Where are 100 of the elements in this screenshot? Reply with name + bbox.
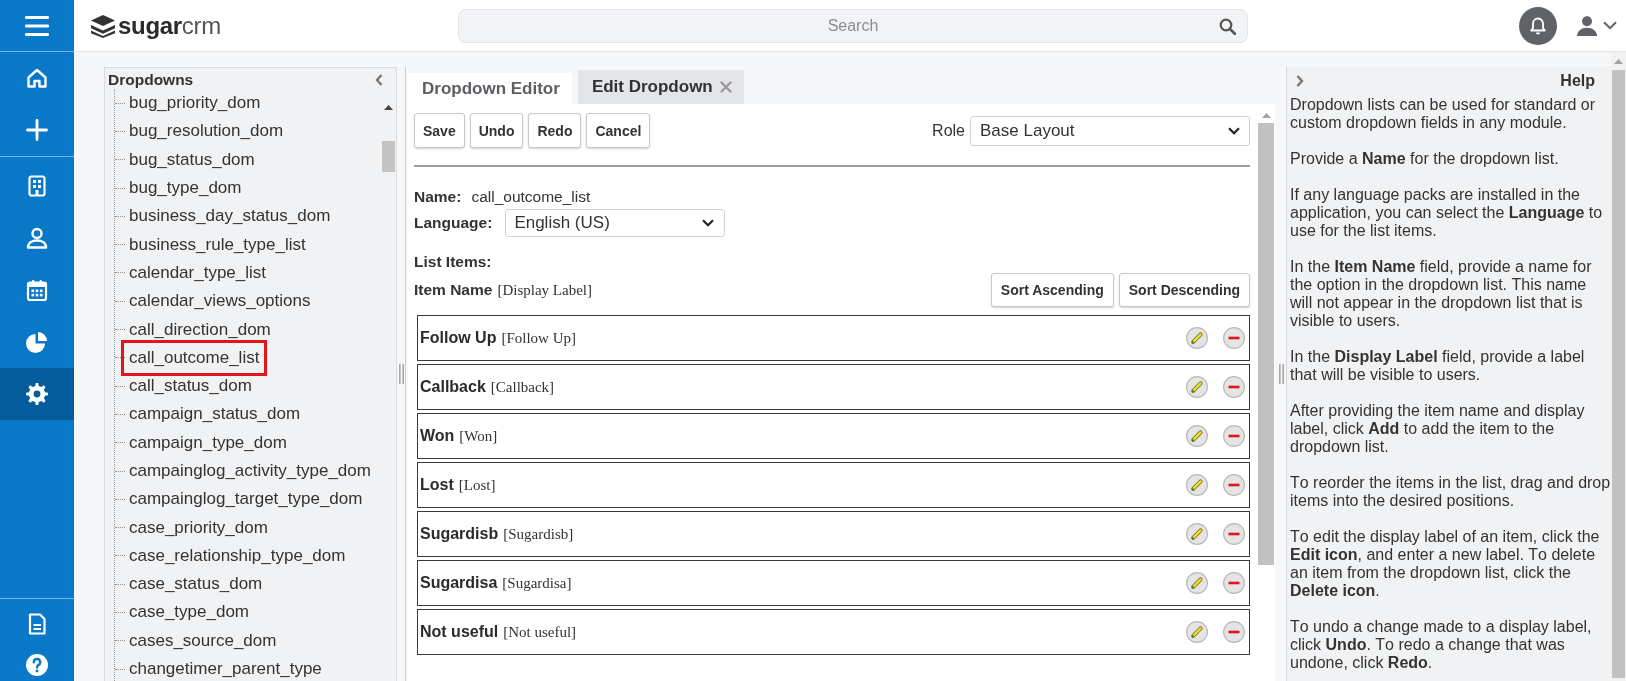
dropdown-list-item[interactable]: changetimer_parent_type xyxy=(129,660,322,679)
display-label: [Follow Up] xyxy=(501,329,577,348)
chevron-left-icon[interactable] xyxy=(375,74,383,86)
scrollbar-thumb[interactable] xyxy=(1612,70,1625,678)
role-select[interactable]: Base Layout xyxy=(970,115,1250,146)
chevron-right-icon[interactable] xyxy=(1296,75,1304,87)
caret-icon[interactable] xyxy=(1603,21,1617,30)
scroll-up-arrow-icon[interactable] xyxy=(384,105,393,110)
dropdown-list-item[interactable]: bug_status_dom xyxy=(129,150,255,169)
minus-icon[interactable] xyxy=(1223,376,1245,398)
dropdown-list-item[interactable]: business_rule_type_list xyxy=(129,235,306,254)
dropdown-list-item[interactable]: bug_priority_dom xyxy=(129,94,261,113)
list-item-row[interactable]: Sugardisa [Sugardisa] xyxy=(417,560,1250,606)
list-item-row[interactable]: Lost [Lost] xyxy=(417,462,1250,508)
dropdown-list-item[interactable]: case_status_dom xyxy=(129,575,263,594)
field-label: Name: xyxy=(414,187,462,207)
sort-ascending-button[interactable]: Sort Ascending xyxy=(990,273,1114,307)
display-label: [Sugardisa] xyxy=(502,574,572,593)
dropdown-list-item[interactable]: call_status_dom xyxy=(129,377,252,396)
person-icon xyxy=(25,226,49,250)
undo-button[interactable]: Undo xyxy=(469,113,524,148)
display-label: [Won] xyxy=(459,427,498,446)
minus-icon[interactable] xyxy=(1223,523,1245,545)
redo-button[interactable]: Redo xyxy=(528,113,582,148)
column-header: [Display Label] xyxy=(497,281,592,300)
dropdown-list-item[interactable]: calendar_type_list xyxy=(129,263,267,282)
minus-icon[interactable] xyxy=(1223,425,1245,447)
calendar-icon xyxy=(25,278,49,302)
help-paragraph: In the Display Label field, provide a label that will be visible to users. xyxy=(1290,348,1586,384)
dropdown-list-item[interactable]: bug_type_dom xyxy=(129,179,242,198)
dropdown-list-item[interactable]: campaign_type_dom xyxy=(129,433,287,452)
help-paragraph: To reorder the items in the list, drag and drop items into the desired positions. xyxy=(1290,474,1611,510)
tab[interactable]: Edit Dropdown xyxy=(577,70,744,104)
minus-icon[interactable] xyxy=(1223,327,1245,349)
pencil-icon[interactable] xyxy=(1186,327,1208,349)
minus-icon[interactable] xyxy=(1223,474,1245,496)
help-paragraph: Provide a Name for the dropdown list. xyxy=(1290,150,1560,168)
field-value: call_outcome_list xyxy=(471,187,591,207)
search-icon[interactable] xyxy=(1219,17,1236,35)
logo-text: sugarcrm xyxy=(118,11,221,40)
home-icon xyxy=(25,66,49,90)
pie-chart-icon xyxy=(25,330,49,354)
list-item-row[interactable]: Callback [Callback] xyxy=(417,364,1250,410)
pencil-icon[interactable] xyxy=(1186,621,1208,643)
grip-icon[interactable] xyxy=(398,364,404,384)
dropdown-list-item[interactable]: campaign_status_dom xyxy=(129,405,301,424)
panel-title: Help xyxy=(1560,71,1595,91)
item-name: Callback xyxy=(420,377,486,397)
pencil-icon[interactable] xyxy=(1186,376,1208,398)
minus-icon[interactable] xyxy=(1223,621,1245,643)
dropdown-list-item[interactable]: case_relationship_type_dom xyxy=(129,546,346,565)
help-paragraph: Dropdown lists can be used for standard or custom dropdown fields in any module. xyxy=(1290,96,1597,132)
menu-icon[interactable] xyxy=(25,15,49,36)
dropdown-list-item[interactable]: case_priority_dom xyxy=(129,518,268,537)
list-item-row[interactable]: Won [Won] xyxy=(417,413,1250,459)
save-button[interactable]: Save xyxy=(414,113,465,148)
dropdown-list-item[interactable]: cases_source_dom xyxy=(129,631,277,650)
help-icon xyxy=(25,653,49,677)
language-select[interactable]: English (US) xyxy=(505,209,726,237)
dropdown-list-item[interactable]: business_day_status_dom xyxy=(129,207,331,226)
pencil-icon[interactable] xyxy=(1186,523,1208,545)
display-label: [Sugardisb] xyxy=(503,525,574,544)
list-item-row[interactable]: Sugardisb [Sugardisb] xyxy=(417,511,1250,557)
cancel-button[interactable]: Cancel xyxy=(586,113,651,148)
dropdown-list-item[interactable]: calendar_views_options xyxy=(129,292,311,311)
search-field[interactable]: Search xyxy=(458,8,1248,43)
stacked-layers-icon xyxy=(90,13,116,38)
dropdown-list-item[interactable]: campainglog_activity_type_dom xyxy=(129,462,371,480)
help-paragraph: If any language packs are installed in the application, you can select the Language to use for the list items. xyxy=(1290,186,1604,240)
field-label: Role xyxy=(932,120,965,141)
scrollbar-thumb[interactable] xyxy=(382,141,395,172)
dropdown-list-item[interactable]: call_outcome_list xyxy=(121,339,268,376)
user-icon[interactable] xyxy=(1577,15,1597,36)
chevron-down-icon xyxy=(1228,126,1240,135)
grip-icon[interactable] xyxy=(1279,364,1284,384)
settings-icon xyxy=(25,382,49,406)
settings-nav-button[interactable] xyxy=(0,368,74,420)
tab[interactable]: Dropdown Editor xyxy=(408,73,572,104)
item-name: Follow Up xyxy=(420,328,497,348)
dropdown-list-item[interactable]: case_type_dom xyxy=(129,603,250,622)
dropdown-list-item[interactable]: campainglog_target_type_dom xyxy=(129,490,363,509)
list-item-row[interactable]: Not useful [Not useful] xyxy=(417,609,1250,655)
minus-icon[interactable] xyxy=(1223,572,1245,594)
pencil-icon[interactable] xyxy=(1186,425,1208,447)
building-icon xyxy=(25,174,49,198)
pencil-icon[interactable] xyxy=(1186,572,1208,594)
help-paragraph: To edit the display label of an item, click the Edit icon, and enter a new label. To delete an item from the dropdown list, click the Delete icon. xyxy=(1290,528,1601,600)
item-name: Sugardisb xyxy=(420,524,499,544)
dropdown-list-item[interactable]: bug_resolution_dom xyxy=(129,122,284,141)
scrollbar-thumb[interactable] xyxy=(1258,123,1274,565)
column-header: Item Name xyxy=(414,280,493,300)
pencil-icon[interactable] xyxy=(1186,474,1208,496)
display-label: [Not useful] xyxy=(503,623,577,642)
plus-icon xyxy=(25,118,49,142)
display-label: [Lost] xyxy=(458,476,496,495)
list-item-row[interactable]: Follow Up [Follow Up] xyxy=(417,315,1250,361)
dropdown-list-item[interactable]: call_direction_dom xyxy=(129,320,271,339)
sort-descending-button[interactable]: Sort Descending xyxy=(1118,273,1250,307)
field-label: Language: xyxy=(414,213,493,233)
bell-icon[interactable] xyxy=(1519,6,1557,45)
